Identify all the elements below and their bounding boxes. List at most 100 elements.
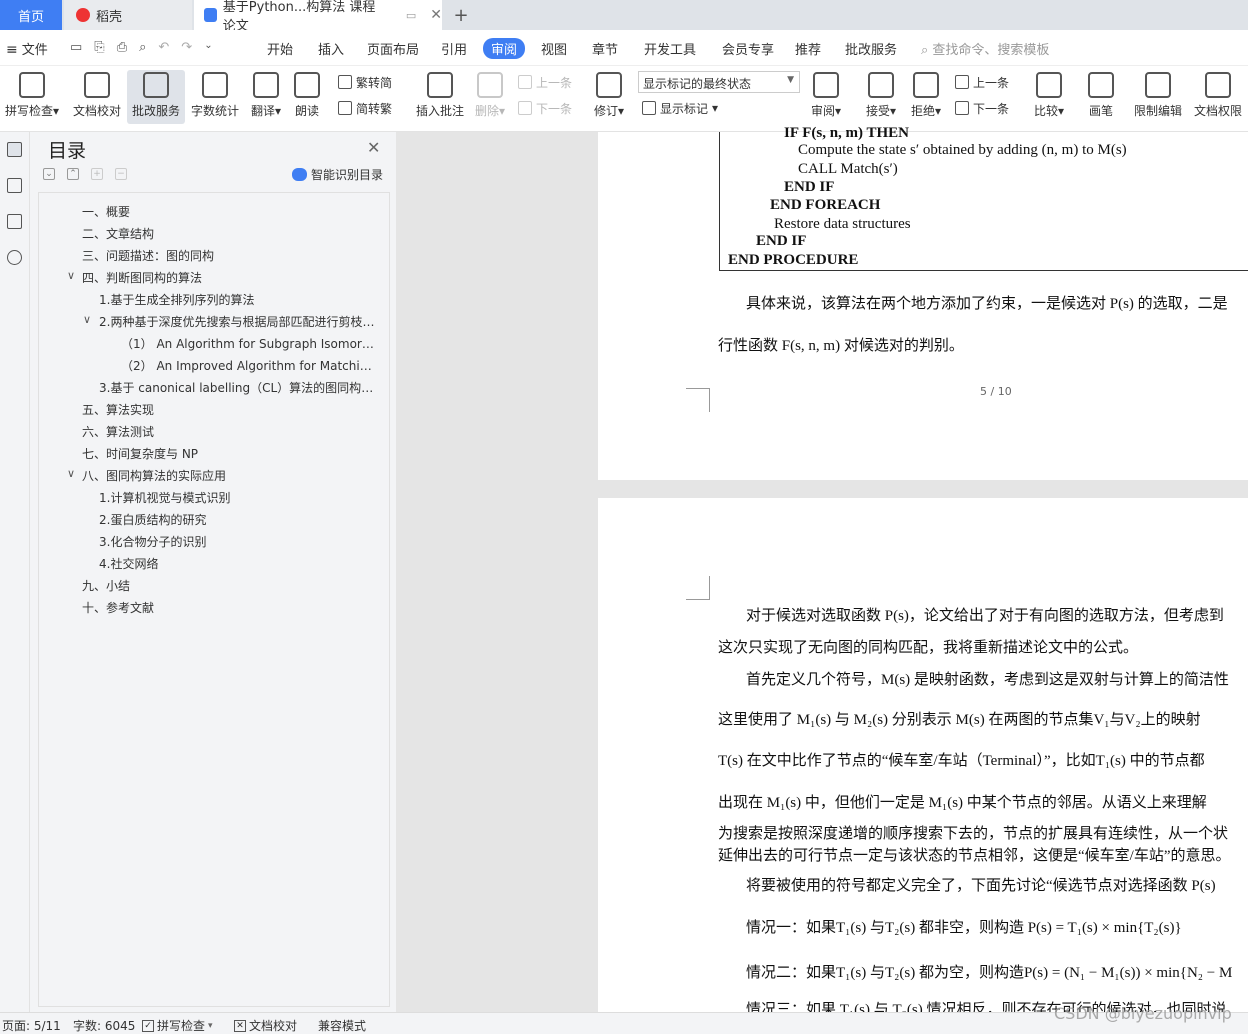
chevron-down-icon[interactable]: ∨ <box>67 467 75 480</box>
close-tab-icon[interactable]: ✕ <box>430 7 442 23</box>
toc-item[interactable]: 2.蛋白质结构的研究 <box>99 511 206 528</box>
chevron-down-icon[interactable]: ∨ <box>83 313 91 326</box>
smart-toc-label: 智能识别目录 <box>311 168 384 182</box>
menu-dev-tools[interactable]: 开发工具 <box>644 39 696 58</box>
menu-correction[interactable]: 批改服务 <box>845 39 897 58</box>
menu-recommend[interactable]: 推荐 <box>795 39 821 58</box>
remove-heading-icon[interactable]: − <box>115 168 127 180</box>
menu-member[interactable]: 会员专享 <box>722 39 774 58</box>
trad-to-simp-button[interactable]: 繁转简 <box>338 72 392 92</box>
menu-insert[interactable]: 插入 <box>318 39 344 58</box>
next-comment-button[interactable]: 下一条 <box>518 98 572 118</box>
read-aloud-button[interactable]: 朗读 <box>292 70 322 124</box>
compare-label: 比较 <box>1033 104 1058 118</box>
tab-docer[interactable]: 稻壳 <box>64 0 192 30</box>
toc-item[interactable]: 七、时间复杂度与 NP <box>82 445 198 462</box>
pen-button[interactable]: 画笔 <box>1086 70 1116 124</box>
doc-proof-toggle[interactable]: ✕ 文档校对 <box>234 1017 297 1034</box>
correction-service-button[interactable]: 批改服务 <box>127 70 185 124</box>
toc-item[interactable]: 2.两种基于深度优先搜索与根据局部匹配进行剪枝的算法 <box>99 313 379 330</box>
menu-chapter[interactable]: 章节 <box>592 39 618 58</box>
toc-item[interactable]: 八、图同构算法的实际应用 <box>82 467 226 484</box>
collapse-all-icon[interactable]: ⌃ <box>67 168 79 180</box>
toc-item[interactable]: 1.计算机视觉与模式识别 <box>99 489 230 506</box>
toc-item[interactable]: （2） An Improved Algorithm for Matching L… <box>121 357 377 374</box>
print-icon[interactable]: ⎙ <box>117 40 127 56</box>
compare-button[interactable]: 比较▾ <box>1031 70 1067 124</box>
checkbox-icon: ✕ <box>234 1019 246 1032</box>
toc-item[interactable]: 3.化合物分子的识别 <box>99 533 206 550</box>
markup-state-select[interactable]: 显示标记的最终状态 ▼ <box>638 71 800 93</box>
insert-comment-button[interactable]: 插入批注 <box>414 70 466 124</box>
doc-proof-button[interactable]: 文档校对 <box>72 70 122 124</box>
track-changes-button[interactable]: 修订▾ <box>592 70 626 124</box>
toc-item[interactable]: 九、小结 <box>82 577 130 594</box>
prev-change-button[interactable]: 上一条 <box>955 72 1009 92</box>
redo-icon[interactable]: ↷ <box>181 40 192 56</box>
spell-check-button[interactable]: 拼写检查▾ <box>3 70 61 124</box>
menu-references[interactable]: 引用 <box>441 39 467 58</box>
toc-nav-icon[interactable] <box>7 142 22 157</box>
word-count-indicator[interactable]: 字数: 6045 <box>73 1017 135 1034</box>
toc-item[interactable]: 4.社交网络 <box>99 555 158 572</box>
toc-list: 一、概要 二、文章结构 三、问题描述：图的同构 ∨ 四、判断图同构的算法 1.基… <box>38 192 390 1007</box>
menu-review[interactable]: 审阅 <box>483 38 526 59</box>
quick-access-toolbar: ▭ ⎘ ⎙ ⌕ ↶ ↷ ⌄ <box>70 40 238 56</box>
float-window-icon[interactable]: ▭ <box>406 9 416 22</box>
file-menu[interactable]: ≡ 文件 <box>6 39 48 58</box>
show-markup-button[interactable]: 显示标记 ▾ <box>642 98 718 118</box>
reject-button[interactable]: 拒绝▾ <box>908 70 944 124</box>
prev-comment-label: 上一条 <box>536 75 573 90</box>
toc-item[interactable]: 二、文章结构 <box>82 225 154 242</box>
command-search[interactable]: ⌕ 查找命令、搜索模板 <box>921 39 1049 58</box>
tab-home-label: 首页 <box>17 9 44 25</box>
simp-to-trad-button[interactable]: 简转繁 <box>338 98 392 118</box>
menu-view[interactable]: 视图 <box>541 39 567 58</box>
close-icon[interactable]: ✕ <box>367 138 380 157</box>
export-pdf-icon[interactable]: ⎘ <box>94 40 104 56</box>
search-icon[interactable] <box>7 250 22 265</box>
next-change-button[interactable]: 下一条 <box>955 98 1009 118</box>
doc-rights-icon <box>1205 72 1231 98</box>
menu-start[interactable]: 开始 <box>267 39 293 58</box>
undo-icon[interactable]: ↶ <box>158 40 169 56</box>
chevron-down-icon: ▾ <box>208 1020 213 1031</box>
prev-comment-button[interactable]: 上一条 <box>518 72 572 92</box>
menu-page-layout[interactable]: 页面布局 <box>367 39 419 58</box>
chevron-down-icon[interactable]: ∨ <box>67 269 75 282</box>
tab-home[interactable]: 首页 <box>0 0 62 30</box>
doc-rights-button[interactable]: 文档权限 <box>1192 70 1244 124</box>
review-pane-button[interactable]: 审阅▾ <box>808 70 844 124</box>
expand-all-icon[interactable]: ⌄ <box>43 168 55 180</box>
page-indicator[interactable]: 页面: 5/11 <box>2 1017 61 1034</box>
toc-item[interactable]: 六、算法测试 <box>82 423 154 440</box>
accept-button[interactable]: 接受▾ <box>863 70 899 124</box>
restrict-edit-button[interactable]: 限制编辑 <box>1132 70 1184 124</box>
bookmark-icon[interactable] <box>7 214 22 229</box>
new-tab-button[interactable]: + <box>450 0 472 30</box>
save-icon[interactable]: ▭ <box>70 40 82 56</box>
spell-check-toggle[interactable]: ✓ 拼写检查 ▾ <box>142 1017 213 1034</box>
word-count-button[interactable]: 字数统计 <box>190 70 240 124</box>
tab-document[interactable]: 基于Python...构算法 课程论文 ▭ ✕ <box>194 0 442 34</box>
print-preview-icon[interactable]: ⌕ <box>139 40 146 56</box>
toc-item[interactable]: 3.基于 canonical labelling（CL）算法的图同构判定 <box>99 379 375 396</box>
code-line: Compute the state s′ obtained by adding … <box>798 142 1127 158</box>
more-icon[interactable]: ⌄ <box>204 40 212 56</box>
toc-item[interactable]: 五、算法实现 <box>82 401 154 418</box>
toc-item[interactable]: 四、判断图同构的算法 <box>82 269 202 286</box>
code-line: END IF <box>756 233 807 249</box>
delete-comment-button[interactable]: 删除▾ <box>472 70 508 124</box>
smart-toc-button[interactable]: 智能识别目录 <box>292 166 383 183</box>
translate-button[interactable]: 翻译▾ <box>248 70 284 124</box>
toc-item[interactable]: 三、问题描述：图的同构 <box>82 247 214 264</box>
toc-item[interactable]: 一、概要 <box>82 203 130 220</box>
compat-mode-label: 兼容模式 <box>318 1019 367 1033</box>
toc-item[interactable]: 十、参考文献 <box>82 599 154 616</box>
toc-item[interactable]: （1） An Algorithm for Subgraph Isomorphis… <box>121 335 377 352</box>
chapter-nav-icon[interactable] <box>7 178 22 193</box>
toc-item[interactable]: 1.基于生成全排列序列的算法 <box>99 291 254 308</box>
word-count-label: 字数统计 <box>190 104 239 118</box>
menu-bar: ≡ 文件 ▭ ⎘ ⎙ ⌕ ↶ ↷ ⌄ 开始 插入 页面布局 引用 审阅 视图 章节 开发工具 … <box>0 30 1248 66</box>
add-heading-icon[interactable]: + <box>91 168 103 180</box>
